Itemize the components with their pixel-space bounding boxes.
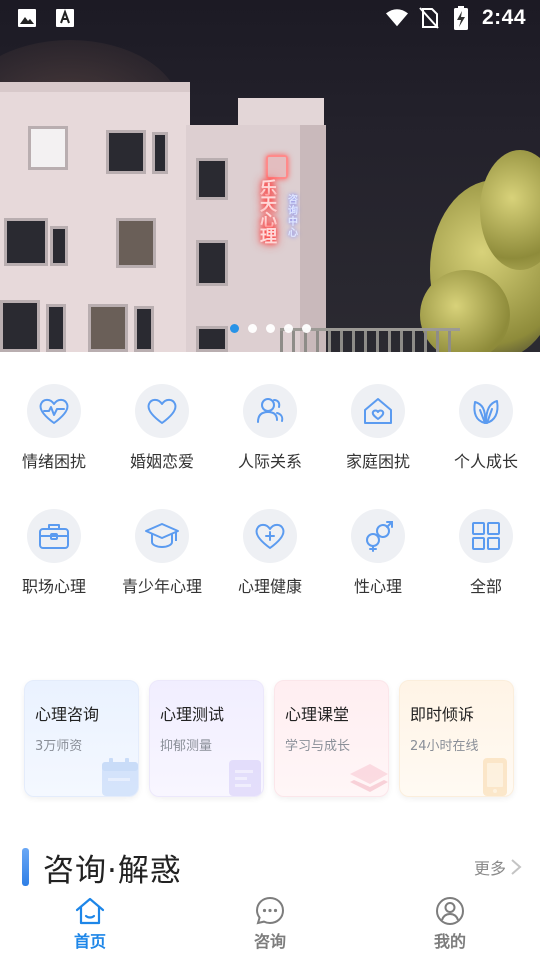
category-label: 性心理 (353, 577, 402, 596)
status-time: 2:44 (481, 6, 526, 29)
card-title: 心理课堂 (285, 705, 350, 724)
carousel-dot[interactable] (265, 324, 275, 333)
bottom-nav: 首页 咨询 我的 (0, 886, 540, 960)
card-subtitle: 24小时在线 (410, 739, 479, 754)
category-all[interactable]: 全部 (432, 509, 540, 634)
section-title: 咨询·解惑 (43, 852, 182, 889)
category-label: 人际关系 (237, 452, 302, 471)
phone-icon (483, 758, 507, 796)
section-accent-bar (22, 848, 29, 886)
service-cards: 心理咨询 3万师资 心理测试 抑郁测量 心理课堂 学习与成长 即时倾诉 24小时… (24, 680, 516, 797)
gender-icon (366, 521, 393, 552)
test-paper-icon (229, 760, 261, 796)
wifi-icon (385, 7, 408, 29)
category-label: 情绪困扰 (21, 452, 86, 471)
status-bar: 2:44 (0, 0, 540, 36)
category-workplace[interactable]: 职场心理 (0, 509, 108, 634)
image-icon (16, 7, 38, 29)
category-relationships[interactable]: 人际关系 (216, 384, 324, 509)
category-label: 婚姻恋爱 (129, 452, 194, 471)
card-subtitle: 3万师资 (35, 739, 83, 754)
battery-charging-icon (450, 6, 472, 30)
nav-consult[interactable]: 咨询 (180, 886, 360, 960)
graduation-cap-icon (145, 523, 179, 548)
layers-icon (350, 764, 388, 792)
home-icon (75, 897, 105, 925)
nav-label: 首页 (73, 932, 106, 951)
category-label: 家庭困扰 (345, 452, 410, 471)
sign-subtext: 咨询中心 (288, 195, 298, 239)
category-sexual[interactable]: 性心理 (324, 509, 432, 634)
font-icon (54, 7, 76, 29)
house-heart-icon (364, 398, 392, 424)
sign-text: 乐天心理 (260, 179, 277, 247)
nav-home[interactable]: 首页 (0, 886, 180, 960)
category-label: 全部 (469, 577, 502, 596)
category-label: 心理健康 (237, 577, 302, 596)
nav-label: 咨询 (253, 932, 286, 951)
category-label: 青少年心理 (121, 577, 202, 596)
category-label: 个人成长 (453, 452, 518, 471)
calendar-icon (102, 758, 138, 796)
heart-plus-icon (255, 523, 285, 549)
card-title: 即时倾诉 (410, 705, 475, 724)
chevron-right-icon (511, 859, 522, 875)
category-emotion[interactable]: 情绪困扰 (0, 384, 108, 509)
card-subtitle: 学习与成长 (285, 739, 351, 754)
more-label: 更多 (473, 859, 506, 878)
grid-icon (472, 522, 500, 550)
category-marriage[interactable]: 婚姻恋爱 (108, 384, 216, 509)
category-family[interactable]: 家庭困扰 (324, 384, 432, 509)
category-growth[interactable]: 个人成长 (432, 384, 540, 509)
sign-logo-icon (266, 155, 288, 179)
carousel-dot[interactable] (301, 324, 311, 333)
category-label: 职场心理 (21, 577, 86, 596)
briefcase-icon (39, 524, 69, 549)
no-sim-icon (418, 7, 440, 29)
card-title: 心理咨询 (35, 705, 100, 724)
more-link[interactable]: 更多 (474, 855, 522, 879)
carousel-dot[interactable] (247, 324, 257, 333)
carousel-dot[interactable] (283, 324, 293, 333)
hero-banner[interactable]: 乐天心理 咨询中心 (0, 0, 540, 352)
card-psych-test[interactable]: 心理测试 抑郁测量 (149, 680, 264, 797)
category-youth[interactable]: 青少年心理 (108, 509, 216, 634)
heart-icon (147, 398, 177, 424)
card-subtitle: 抑郁测量 (160, 739, 213, 754)
people-icon (257, 398, 284, 423)
carousel-dot[interactable] (229, 324, 239, 333)
card-psych-class[interactable]: 心理课堂 学习与成长 (274, 680, 389, 797)
app-screen: 乐天心理 咨询中心 2:44 情绪困扰 婚姻恋爱 人际关系 家庭困扰 个人成长 … (0, 0, 540, 960)
chat-icon (255, 896, 285, 925)
section-header: 咨询·解惑 更多 (22, 846, 522, 889)
card-title: 心理测试 (160, 705, 225, 724)
carousel-indicator (0, 324, 540, 336)
neon-sign: 乐天心理 咨询中心 (258, 155, 304, 249)
nav-label: 我的 (433, 932, 466, 951)
nav-mine[interactable]: 我的 (360, 886, 540, 960)
leaf-icon (473, 400, 499, 424)
user-icon (436, 897, 464, 925)
category-grid: 情绪困扰 婚姻恋爱 人际关系 家庭困扰 个人成长 职场心理 青少年心理 心理健康… (0, 384, 540, 634)
card-consultation[interactable]: 心理咨询 3万师资 (24, 680, 139, 797)
heartbeat-icon (39, 398, 69, 424)
category-mental-health[interactable]: 心理健康 (216, 509, 324, 634)
card-instant-talk[interactable]: 即时倾诉 24小时在线 (399, 680, 514, 797)
